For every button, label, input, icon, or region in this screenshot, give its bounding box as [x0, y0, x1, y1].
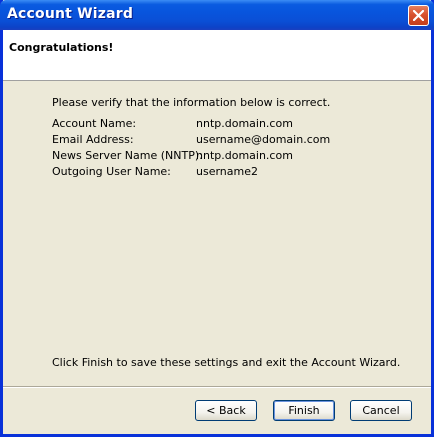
button-separator-highlight [3, 387, 431, 388]
account-name-label: Account Name: [52, 117, 137, 130]
close-button[interactable] [408, 5, 429, 26]
title-bar[interactable]: Account Wizard [0, 0, 434, 30]
page-title: Congratulations! [9, 41, 114, 54]
account-name-value: nntp.domain.com [196, 117, 293, 130]
window-title: Account Wizard [7, 6, 134, 22]
finish-instruction: Click Finish to save these settings and … [52, 356, 401, 369]
close-icon [413, 10, 424, 21]
cancel-button[interactable]: Cancel [350, 400, 412, 421]
email-address-value: username@domain.com [196, 133, 331, 146]
news-server-value: nntp.domain.com [196, 149, 293, 162]
finish-button[interactable]: Finish [273, 400, 335, 421]
news-server-label: News Server Name (NNTP): [52, 149, 203, 162]
email-address-label: Email Address: [52, 133, 134, 146]
back-button[interactable]: < Back [195, 400, 257, 421]
verify-instruction: Please verify that the information below… [52, 96, 331, 109]
outgoing-user-label: Outgoing User Name: [52, 165, 171, 178]
wizard-header: Congratulations! [3, 30, 431, 81]
outgoing-user-value: username2 [196, 165, 258, 178]
account-wizard-window: Account Wizard Congratulations! Please v… [0, 0, 434, 437]
